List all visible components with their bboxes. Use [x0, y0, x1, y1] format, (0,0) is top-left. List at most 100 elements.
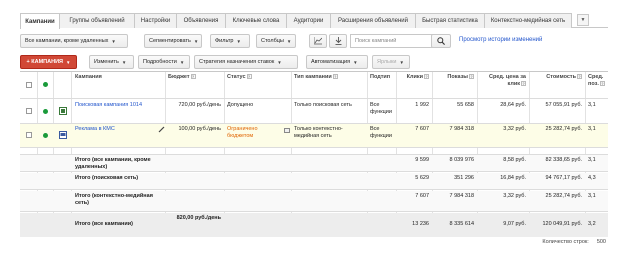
add-campaign-button[interactable]: + КАМПАНИЯ ▼: [20, 55, 77, 69]
tab-settings[interactable]: Настройки: [134, 13, 177, 28]
tab-keywords[interactable]: Ключевые слова: [225, 13, 287, 28]
totals-label: Итого (поисковая сеть): [75, 175, 139, 181]
header-impressions-label: Показы: [447, 74, 468, 80]
impressions-total: 351 296: [454, 175, 474, 181]
chevron-down-icon: ▼: [286, 38, 292, 44]
edit-button[interactable]: Изменить ▼: [89, 55, 134, 69]
header-budget-label: Бюджет: [168, 74, 190, 80]
budget-value[interactable]: 100,00 руб./день: [166, 124, 224, 147]
help-icon[interactable]: ?: [332, 74, 338, 80]
impressions-total: 8 039 976: [449, 157, 474, 163]
avg-cpc-value: 3,32 руб.: [503, 126, 526, 132]
help-icon[interactable]: ?: [521, 81, 526, 87]
header-status[interactable]: Статус?: [225, 72, 291, 98]
clicks-value: 1 992: [415, 102, 429, 108]
budget-value[interactable]: 720,00 руб./день: [166, 100, 224, 123]
labels-button[interactable]: Ярлыки ▼: [372, 55, 410, 69]
chart-icon: [314, 37, 322, 45]
totals-label: Итого (все кампании, кроме удаленных): [75, 157, 151, 170]
clicks-value: 7 607: [415, 126, 429, 132]
header-budget[interactable]: Бюджет?: [166, 72, 224, 98]
clicks-total: 7 607: [415, 193, 429, 199]
segment-button[interactable]: Сегментировать ▼: [144, 34, 202, 48]
chevron-down-icon: ▼: [399, 59, 404, 65]
totals-row: Итого (поисковая сеть) 5 629 351 296 16,…: [20, 173, 608, 190]
tab-bar: Кампании Группы объявлений Настройки Объ…: [20, 13, 608, 29]
chevron-down-icon: ▼: [580, 17, 586, 23]
campaign-scope-label: Все кампании, кроме удаленных: [25, 38, 109, 44]
columns-button[interactable]: Столбцы ▼: [256, 34, 296, 48]
automation-button[interactable]: Автоматизация ▼: [306, 55, 368, 69]
rows-per-page-label: Количество строк:: [542, 239, 589, 245]
totals-row: Итого (контекстно-медийная сеть) 7 607 7…: [20, 191, 608, 212]
select-all-checkbox[interactable]: [26, 82, 32, 88]
campaign-scope-dropdown[interactable]: Все кампании, кроме удаленных ▼: [20, 34, 128, 48]
cost-total: 94 767,17 руб.: [545, 175, 582, 181]
header-clicks[interactable]: Клики?: [397, 72, 432, 98]
help-icon[interactable]: ?: [599, 81, 605, 87]
labels-label: Ярлыки: [377, 59, 397, 65]
table-row: Поисковая кампания 1014 720,00 руб./день…: [20, 100, 608, 124]
cost-value: 25 282,74 руб.: [545, 126, 582, 132]
search-button[interactable]: [431, 34, 451, 48]
table-footer: Количество строк: 500: [542, 239, 606, 245]
bid-strategy-label: Стратегия назначения ставок: [199, 59, 275, 65]
header-campaign[interactable]: Кампания: [73, 72, 163, 98]
tab-display-network[interactable]: Контекстно-медийная сеть: [484, 13, 572, 28]
spacer-row: [20, 148, 608, 155]
details-button[interactable]: Подробности ▼: [138, 55, 190, 69]
header-clicks-label: Клики: [406, 74, 423, 80]
campaign-name-link[interactable]: Реклама в КМС: [73, 124, 155, 147]
status-value: Ограничено бюджетом: [227, 126, 258, 139]
help-icon[interactable]: ?: [577, 74, 582, 80]
avg-cpc-total: 3,32 руб.: [503, 193, 526, 199]
enabled-status-icon[interactable]: [43, 109, 48, 114]
chevron-down-icon: ▼: [111, 38, 116, 44]
header-avg-pos[interactable]: Сред. поз.?: [586, 72, 608, 98]
download-button[interactable]: [329, 34, 347, 48]
automation-label: Автоматизация: [311, 59, 351, 65]
tabs-more-dropdown[interactable]: ▼: [577, 14, 589, 26]
enabled-status-icon[interactable]: [43, 133, 48, 138]
avg-pos-value: 3,1: [588, 102, 596, 108]
header-type[interactable]: Тип кампании?: [292, 72, 367, 98]
help-icon[interactable]: ?: [246, 74, 252, 80]
chart-toggle-button[interactable]: [309, 34, 327, 48]
avg-pos-total: 4,3: [588, 175, 596, 181]
header-subtype[interactable]: Подтип: [368, 72, 396, 98]
header-avg-cpc[interactable]: Сред. цена за клик?: [478, 72, 529, 98]
edit-pencil-icon[interactable]: [156, 124, 165, 147]
row-checkbox[interactable]: [26, 108, 32, 114]
chevron-down-icon: ▼: [353, 59, 358, 65]
change-history-link[interactable]: Просмотр истории изменений: [459, 37, 542, 43]
status-info-icon[interactable]: [282, 126, 291, 149]
header-impressions[interactable]: Показы?: [433, 72, 477, 98]
table-row: Реклама в КМС 100,00 руб./день Ограничен…: [20, 124, 608, 148]
help-icon[interactable]: ?: [469, 74, 474, 80]
avg-pos-value: 3,1: [588, 126, 596, 132]
avg-cpc-value: 28,64 руб.: [500, 102, 526, 108]
campaigns-table: Кампания Бюджет? Статус? Тип кампании? П…: [20, 71, 608, 237]
avg-cpc-grand-total: 9,07 руб.: [503, 221, 526, 227]
bid-strategy-button[interactable]: Стратегия назначения ставок ▼: [194, 55, 298, 69]
tab-ad-extensions[interactable]: Расширения объявлений: [330, 13, 416, 28]
search-icon: [437, 37, 445, 45]
avg-pos-total: 3,1: [588, 193, 596, 199]
type-value: Только контекстно-медийная сеть: [294, 126, 343, 139]
campaign-name-link[interactable]: Поисковая кампания 1014: [73, 100, 165, 123]
help-icon[interactable]: ?: [190, 74, 196, 80]
filter-button[interactable]: Фильтр ▼: [210, 34, 250, 48]
header-cost[interactable]: Стоимость?: [530, 72, 585, 98]
row-checkbox[interactable]: [26, 132, 32, 138]
clicks-total: 9 599: [415, 157, 429, 163]
chevron-down-icon: ▼: [121, 59, 127, 65]
tab-audiences[interactable]: Аудитории: [286, 13, 331, 28]
header-campaign-label: Кампания: [75, 74, 102, 80]
tab-campaigns[interactable]: Кампании: [20, 13, 60, 29]
tab-quick-stats[interactable]: Быстрая статистика: [415, 13, 485, 28]
rows-per-page-select[interactable]: 500: [597, 239, 606, 245]
tab-ads[interactable]: Объявления: [176, 13, 226, 28]
tab-ad-groups[interactable]: Группы объявлений: [59, 13, 135, 28]
totals-label: Итого (контекстно-медийная сеть): [75, 193, 153, 206]
help-icon[interactable]: ?: [424, 74, 429, 80]
